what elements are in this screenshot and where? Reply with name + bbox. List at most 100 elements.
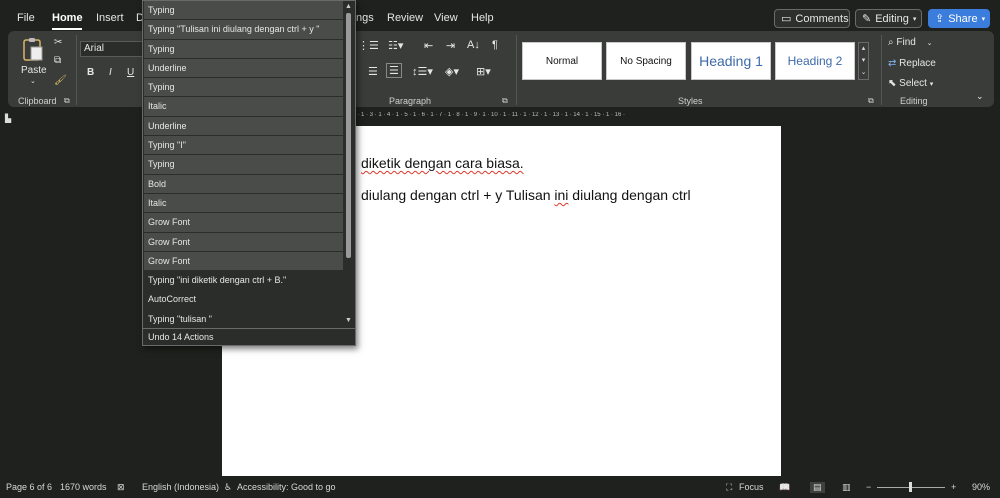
multilevel-list-icon[interactable]: ☷▾ xyxy=(388,39,403,52)
styles-scroll[interactable]: ▴ ▾ ⌄ xyxy=(858,42,869,80)
search-icon: ⌕ xyxy=(888,37,894,48)
paste-icon xyxy=(23,38,43,61)
paste-button[interactable]: Paste ⌄ xyxy=(20,37,47,87)
bold-button[interactable]: B xyxy=(87,67,94,78)
read-mode-icon[interactable]: 📖 xyxy=(779,482,790,493)
tab-selector-icon[interactable]: ▙ xyxy=(5,114,11,123)
find-button[interactable]: ⌕ Find ⌄ xyxy=(888,37,933,48)
chevron-down-icon: ▾ xyxy=(912,15,917,23)
undo-history-item[interactable]: Grow Font xyxy=(144,213,344,233)
group-divider xyxy=(516,35,517,105)
scroll-down-icon[interactable]: ▼ xyxy=(345,317,352,324)
line-spacing-icon[interactable]: ↕☰▾ xyxy=(412,65,433,78)
undo-history-list: Typing Typing "Tulisan ini diulang dengan… xyxy=(144,1,344,329)
menu-insert[interactable]: Insert xyxy=(96,12,124,24)
styles-group-label: Styles xyxy=(678,96,703,106)
comment-icon: ▭ xyxy=(781,13,792,25)
horizontal-ruler[interactable]: · 1 · 2 · 1 · 3 · 1 · 4 · 1 · 5 · 1 · 6 … xyxy=(340,112,776,122)
copy-icon[interactable]: ⧉ xyxy=(54,55,61,66)
scroll-thumb[interactable] xyxy=(346,13,351,258)
document-line-1[interactable]: diketik dengan cara biasa. xyxy=(361,155,524,171)
zoom-in-icon[interactable]: + xyxy=(951,482,956,492)
undo-history-item[interactable]: Typing "I" xyxy=(144,136,344,156)
paragraph-group-label: Paragraph xyxy=(389,96,432,106)
active-tab-indicator xyxy=(52,28,82,30)
undo-history-item[interactable]: Typing "tulisan " xyxy=(144,310,344,329)
chevron-down-icon: ⌄ xyxy=(30,78,36,85)
word-count[interactable]: 1670 words xyxy=(60,482,107,492)
numbering-icon[interactable]: ⋮☰ xyxy=(358,39,379,52)
zoom-out-icon[interactable]: − xyxy=(866,482,871,492)
style-heading-1[interactable]: Heading 1 xyxy=(691,42,771,80)
menu-review[interactable]: Review xyxy=(387,12,423,24)
editing-group-label: Editing xyxy=(900,96,928,106)
undo-history-item[interactable]: Typing xyxy=(144,39,344,59)
undo-history-item[interactable]: Bold xyxy=(144,174,344,194)
sort-icon[interactable]: A↓ xyxy=(467,39,480,51)
pilcrow-icon[interactable]: ¶ xyxy=(492,39,498,51)
dialog-launcher-icon[interactable]: ⧉ xyxy=(868,96,874,106)
dialog-launcher-icon[interactable]: ⧉ xyxy=(502,96,508,106)
decrease-indent-icon[interactable]: ⇤ xyxy=(424,39,433,52)
undo-history-item[interactable]: Underline xyxy=(144,58,344,79)
web-layout-icon[interactable]: ▥ xyxy=(842,482,851,493)
style-no-spacing[interactable]: No Spacing xyxy=(606,42,686,80)
dropdown-scrollbar[interactable]: ▲ ▼ xyxy=(343,1,354,328)
menu-file[interactable]: File xyxy=(17,12,35,24)
select-button[interactable]: ⬉ Select ▾ xyxy=(888,78,933,89)
zoom-slider-thumb[interactable] xyxy=(909,482,912,492)
collapse-ribbon-icon[interactable]: ⌄ xyxy=(976,91,984,102)
undo-history-dropdown[interactable]: Typing Typing "Tulisan ini diulang dengan… xyxy=(142,0,356,346)
page-indicator[interactable]: Page 6 of 6 xyxy=(6,482,52,492)
menu-mailings[interactable]: ngs xyxy=(356,12,374,24)
borders-icon[interactable]: ⊞▾ xyxy=(476,65,491,78)
align-right-icon[interactable]: ☰ xyxy=(368,65,378,78)
menu-view[interactable]: View xyxy=(434,12,458,24)
replace-button[interactable]: ⇄ Replace xyxy=(888,58,936,69)
scroll-up-icon[interactable]: ▲ xyxy=(345,3,352,10)
clipboard-group-label: Clipboard xyxy=(18,96,57,106)
comments-button[interactable]: ▭ Comments xyxy=(774,9,850,28)
font-name-box[interactable]: Arial xyxy=(80,41,144,57)
undo-history-item[interactable]: Typing xyxy=(144,78,344,98)
zoom-level[interactable]: 90% xyxy=(972,482,990,492)
dialog-launcher-icon[interactable]: ⧉ xyxy=(64,96,70,106)
menu-home[interactable]: Home xyxy=(52,12,83,24)
chevron-down-icon: ▾ xyxy=(929,81,934,88)
group-divider xyxy=(881,35,882,105)
print-layout-icon[interactable]: ▤ xyxy=(810,482,825,493)
justify-icon[interactable]: ☰ xyxy=(386,63,402,78)
share-icon: ⇪ xyxy=(935,13,945,25)
accessibility-icon: ♿ xyxy=(224,482,233,492)
share-button[interactable]: ⇪ Share ▾ xyxy=(928,9,990,28)
undo-history-item[interactable]: Typing "ini diketik dengan ctrl + B." xyxy=(144,271,344,290)
undo-history-item[interactable]: Grow Font xyxy=(144,232,344,252)
undo-history-item[interactable]: Italic xyxy=(144,193,344,214)
replace-icon: ⇄ xyxy=(888,58,897,69)
undo-history-item[interactable]: Underline xyxy=(144,116,344,137)
undo-history-item[interactable]: Italic xyxy=(144,97,344,117)
cut-icon[interactable]: ✂ xyxy=(54,37,62,48)
style-normal[interactable]: Normal xyxy=(522,42,602,80)
underline-button[interactable]: U xyxy=(127,67,134,78)
undo-history-item[interactable]: Typing xyxy=(144,155,344,175)
focus-button[interactable]: Focus xyxy=(739,482,764,492)
chevron-down-icon: ▾ xyxy=(981,15,986,23)
undo-history-item[interactable]: Typing "Tulisan ini diulang dengan ctrl … xyxy=(144,20,344,40)
shading-icon[interactable]: ◈▾ xyxy=(445,65,459,78)
proofing-icon[interactable]: ⊠ xyxy=(117,482,125,493)
italic-button[interactable]: I xyxy=(109,67,112,78)
document-line-2[interactable]: diulang dengan ctrl + y Tulisan ini diul… xyxy=(361,187,691,203)
undo-history-item[interactable]: Typing xyxy=(144,1,344,21)
undo-history-item[interactable]: AutoCorrect xyxy=(144,290,344,309)
accessibility-status[interactable]: Accessibility: Good to go xyxy=(237,482,336,492)
increase-indent-icon[interactable]: ⇥ xyxy=(446,39,455,52)
undo-history-item[interactable]: Grow Font xyxy=(144,251,344,272)
format-painter-icon[interactable]: 🖌 xyxy=(54,75,67,86)
status-bar: Page 6 of 6 1670 words ⊠ English (Indone… xyxy=(0,476,1000,498)
focus-icon: ⛶ xyxy=(726,482,733,492)
editing-mode-button[interactable]: ✎ Editing ▾ xyxy=(855,9,922,28)
style-heading-2[interactable]: Heading 2 xyxy=(775,42,855,80)
language-indicator[interactable]: English (Indonesia) xyxy=(142,482,219,492)
menu-help[interactable]: Help xyxy=(471,12,494,24)
